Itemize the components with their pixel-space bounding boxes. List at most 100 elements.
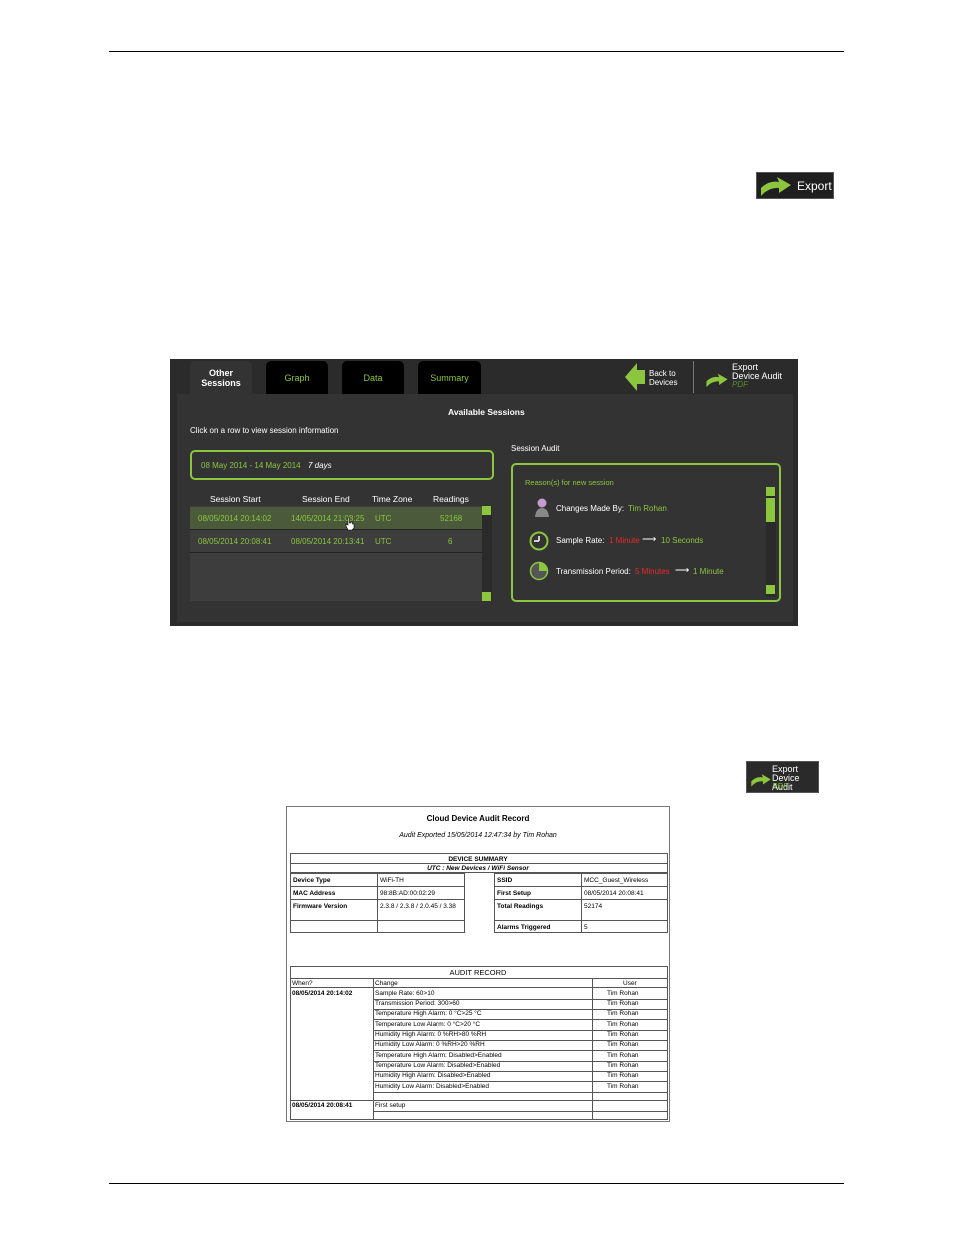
trans-old: 5 Minutes [635,567,670,576]
sample-new: 10 Seconds [661,536,704,545]
audit-title: AUDIT RECORD [449,968,507,977]
trans-label: Transmission Period: [556,567,631,576]
readings: 6 [448,537,453,546]
top-rule [109,51,844,52]
time-zone: UTC [375,537,392,546]
tab-other-sessions[interactable]: Other Sessions [190,361,252,394]
audit-change: Humidity High Alarm: Disabled>Enabled [375,1072,491,1079]
available-sessions-title: Available Sessions [448,407,525,417]
col-user: User [623,980,637,987]
arrow-icon: ⟶ [675,565,690,576]
audit-change: First setup [375,1102,406,1109]
audit-change: Temperature High Alarm: Disabled>Enabled [375,1052,502,1059]
divider [373,1081,668,1082]
export-button[interactable]: Export [756,172,834,199]
divider [373,1019,668,1020]
audit-change: Temperature Low Alarm: 0 °C>20 °C [375,1021,481,1028]
export-device-audit-pdf-button[interactable]: Export Device Audit PDF [746,761,819,793]
changes-user: Tim Rohan [628,504,667,513]
trans-new: 1 Minute [693,567,724,576]
summary-value: 2.3.8 / 2.3.8 / 2.0.45 / 3.38 [380,903,456,910]
audit-when: 08/05/2014 20:08:41 [292,1102,353,1109]
audit-change: Humidity Low Alarm: 0 %RH>20 %RH [375,1041,485,1048]
divider [373,1111,668,1112]
export-audit-line3: PDF [732,380,748,389]
table-row[interactable]: 08/05/2014 20:14:02 14/05/2014 21:08:25 … [190,507,482,530]
summary-key: Alarms Triggered [497,924,551,931]
divider [290,899,465,900]
export-arrow-icon [751,774,771,787]
summary-key: SSID [497,877,513,884]
session-start: 08/05/2014 20:14:02 [198,514,272,523]
divider [373,1092,668,1093]
scroll-down-icon[interactable] [766,585,775,594]
export-device-audit-button[interactable]: Export Device Audit PDF [705,362,795,392]
back-to-devices-button[interactable]: Back to Devices [625,362,691,392]
sample-label: Sample Rate: [556,536,605,545]
instruction-text: Click on a row to view session informati… [190,426,339,435]
summary-value: 98:8B:AD:00:02:29 [380,890,435,897]
scroll-up-icon[interactable] [482,506,491,515]
summary-title: DEVICE SUMMARY [448,856,508,863]
tab-label: Other [208,367,233,378]
audit-user: Tim Rohan [607,1062,639,1069]
summary-key: First Setup [497,890,531,897]
back-line1: Back to [649,369,676,378]
tab-label: Data [363,372,383,383]
hand-cursor-icon [345,517,355,531]
session-start: 08/05/2014 20:08:41 [198,537,272,546]
divider [494,920,668,921]
col-session-start: Session Start [210,494,261,504]
user-icon [535,498,549,517]
audit-change: Humidity High Alarm: 0 %RH>80 %RH [375,1031,487,1038]
divider [373,1050,668,1051]
sessions-table: 08/05/2014 20:14:02 14/05/2014 21:08:25 … [190,506,482,601]
summary-value: 08/05/2014 20:08:41 [584,890,644,897]
summary-key: Total Readings [497,903,544,910]
summary-value: 5 [584,924,588,931]
audit-change: Temperature Low Alarm: Disabled>Enabled [375,1062,501,1069]
summary-key: Device Type [293,877,331,884]
audit-change: Sample Rate: 60>10 [375,990,435,997]
tab-data[interactable]: Data [342,361,404,394]
audit-user: Tim Rohan [607,1083,639,1090]
divider [290,978,668,979]
divider [290,1100,668,1101]
session-app-screenshot: Other Sessions Graph Data Summary Back to… [170,359,798,626]
back-line2: Devices [649,378,678,387]
summary-key: Firmware Version [293,903,348,910]
divider [290,920,465,921]
divider [494,886,668,887]
date-range-box: 08 May 2014 - 14 May 2014 7 days [190,450,494,480]
tab-summary[interactable]: Summary [418,361,481,394]
audit-scrollbar[interactable] [766,487,776,597]
audit-when: 08/05/2014 20:14:02 [292,990,353,997]
audit-user: Tim Rohan [607,990,639,997]
sample-old: 1 Minute [609,536,640,545]
summary-value: 52174 [584,903,603,910]
session-audit-box: Reason(s) for new session Changes Made B… [511,463,781,602]
export-label: Export [797,178,832,193]
table-row[interactable]: 08/05/2014 20:08:41 08/05/2014 20:13:41 … [190,530,482,553]
audit-user: Tim Rohan [607,1000,639,1007]
audit-change: Transmission Period: 300>60 [375,1000,460,1007]
tab-label: Summary [430,372,469,383]
scroll-up-icon[interactable] [766,487,775,496]
scroll-down-icon[interactable] [482,592,491,601]
audit-change: Humidity Low Alarm: Disabled>Enabled [375,1083,489,1090]
audit-user: Tim Rohan [607,1021,639,1028]
col-when: When? [292,980,313,987]
divider [581,873,582,933]
scroll-thumb[interactable] [766,498,775,522]
session-audit-title: Session Audit [511,444,560,453]
toolbar-divider [693,361,694,393]
date-range: 08 May 2014 - 14 May 2014 [201,461,301,470]
col-time-zone: Time Zone [372,494,413,504]
tab-graph[interactable]: Graph [266,361,328,394]
export-arrow-icon [761,176,791,196]
tab-label: Sessions [201,377,241,388]
tab-label: Graph [284,372,310,383]
sessions-scrollbar[interactable] [482,506,492,601]
audit-user: Tim Rohan [607,1031,639,1038]
time-zone: UTC [375,514,392,523]
